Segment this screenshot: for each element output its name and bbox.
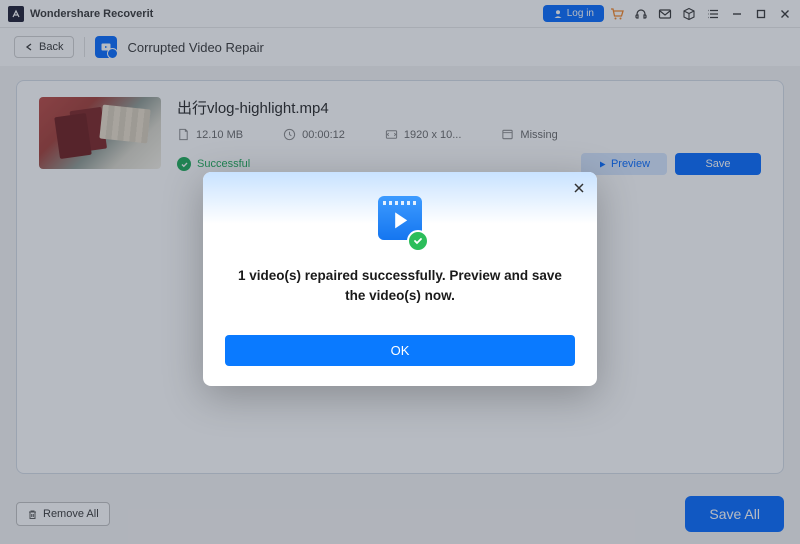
- dialog-body: 1 video(s) repaired successfully. Previe…: [225, 196, 575, 366]
- dialog-success-icon: [373, 196, 427, 250]
- check-badge-icon: [407, 230, 429, 252]
- dialog-message: 1 video(s) repaired successfully. Previe…: [225, 266, 575, 307]
- ok-label: OK: [391, 343, 410, 358]
- success-dialog: 1 video(s) repaired successfully. Previe…: [203, 172, 597, 386]
- dialog-close-icon[interactable]: [571, 180, 587, 196]
- modal-overlay: 1 video(s) repaired successfully. Previe…: [0, 0, 800, 544]
- ok-button[interactable]: OK: [225, 335, 575, 366]
